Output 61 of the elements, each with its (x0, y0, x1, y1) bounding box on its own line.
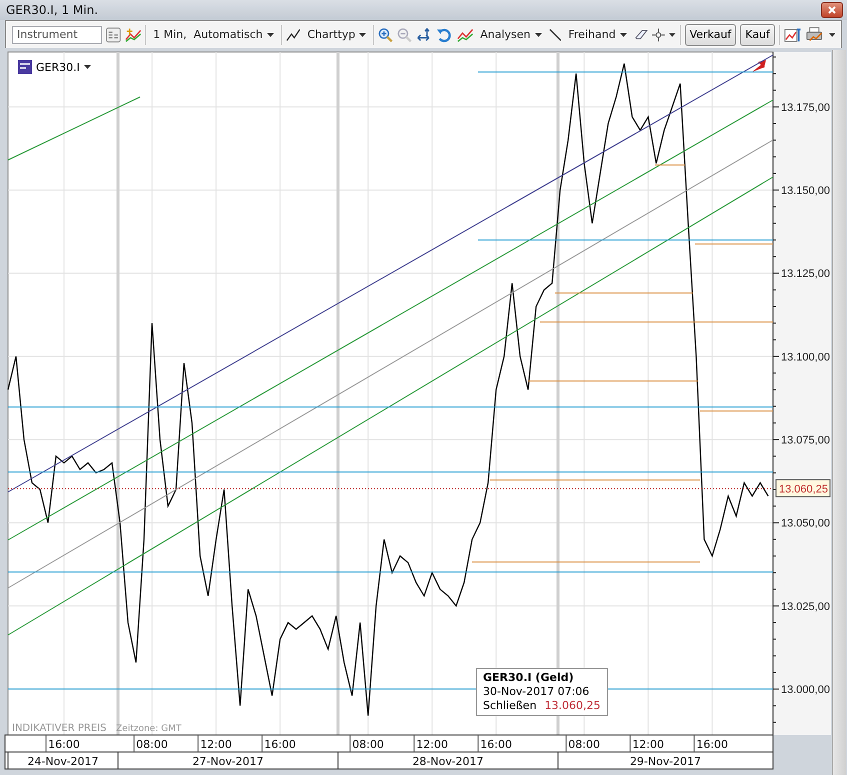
instrument-field[interactable]: Instrument (12, 26, 102, 44)
y-axis-label: 13.175,00 (781, 102, 830, 114)
y-axis-label: 13.150,00 (781, 185, 830, 198)
x-axis-label: 08:00 (352, 738, 384, 751)
arrow-icon (752, 60, 766, 72)
chart-type-dropdown[interactable]: Charttyp (304, 26, 370, 43)
trade-button[interactable]: Verkauf (684, 24, 736, 46)
date-label: 29-Nov-2017 (630, 755, 702, 768)
close-icon (828, 6, 836, 14)
x-axis-label: 16:00 (696, 738, 728, 751)
caret-icon (669, 32, 676, 36)
x-axis-label: 08:00 (136, 738, 168, 751)
horizontal-line (654, 164, 686, 166)
line-chart-icon[interactable] (286, 28, 300, 42)
close-button[interactable] (821, 2, 843, 18)
tooltip-title: GER30.I (Geld) (483, 671, 575, 685)
price-label: 13.060,25 (776, 479, 830, 498)
y-axis-label: 13.075,00 (781, 434, 830, 447)
freehand-dropdown[interactable]: Freihand (565, 26, 630, 43)
timezone-label: Zeitzone: GMT (116, 724, 182, 734)
x-axis-label: 12:00 (416, 738, 448, 751)
scrollbar[interactable] (832, 50, 846, 775)
move-icon[interactable] (416, 26, 432, 44)
interval-dropdown[interactable]: 1 Min, Automatisch (150, 26, 277, 43)
y-axis-label: 13.125,00 (781, 268, 830, 280)
date-label: 28-Nov-2017 (412, 755, 484, 768)
x-axis-label: 12:00 (200, 738, 232, 751)
caret-icon (84, 65, 91, 69)
x-axis-label: 08:00 (568, 738, 600, 751)
y-axis-label: 13.000,00 (781, 684, 830, 696)
tooltip-label: Schließen (483, 699, 537, 713)
x-axis-label: 16:00 (48, 738, 80, 751)
x-axis-label: 12:00 (632, 738, 664, 751)
window-title: GER30.I, 1 Min. (6, 3, 98, 17)
caret-icon (828, 32, 835, 36)
caret-icon (620, 32, 627, 36)
y-axis-label: 13.100,00 (781, 351, 830, 364)
footer-note: INDIKATIVER PREIS (12, 723, 106, 734)
chart-settings-icon[interactable] (784, 26, 802, 44)
instrument-selector[interactable]: GER30.I (18, 60, 91, 74)
trade-button[interactable]: Kauf (740, 24, 775, 46)
date-label: 27-Nov-2017 (192, 755, 264, 768)
chart-lines-icon[interactable] (456, 26, 474, 42)
caret-icon (359, 32, 366, 36)
caret-icon (266, 32, 274, 36)
eraser-icon[interactable] (634, 28, 648, 42)
x-axis-label: 16:00 (480, 738, 512, 751)
crosshair-icon[interactable] (652, 28, 666, 42)
zoom-in-icon[interactable] (378, 26, 394, 42)
y-axis-label: 13.025,00 (781, 600, 830, 613)
list-icon[interactable] (106, 26, 121, 42)
date-label: 24-Nov-2017 (27, 755, 99, 768)
caret-icon (534, 32, 542, 36)
tooltip-time: 30-Nov-2017 07:06 (483, 685, 590, 698)
chart-lines-icon[interactable] (124, 26, 142, 42)
x-axis-label: 16:00 (264, 738, 296, 751)
tooltip-value: 13.060,25 (544, 699, 601, 713)
print-icon[interactable] (806, 26, 825, 44)
analysis-dropdown[interactable]: Analysen (477, 26, 545, 43)
line-icon[interactable] (548, 28, 562, 42)
y-axis-label: 13.050,00 (781, 518, 830, 530)
